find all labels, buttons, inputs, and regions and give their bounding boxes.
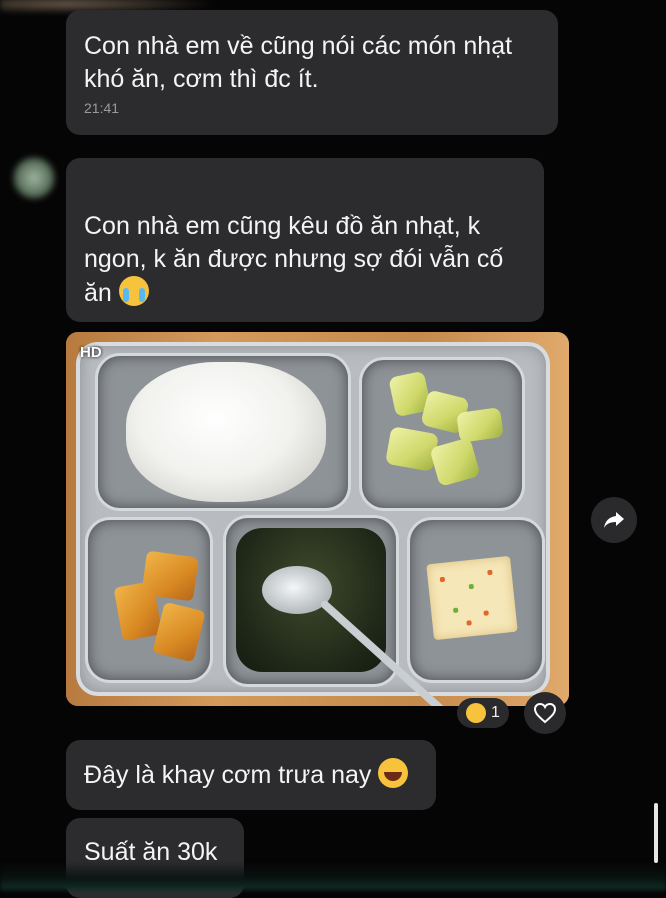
tofu-compartment — [88, 520, 210, 680]
carrot-fleck — [487, 569, 493, 576]
reaction-summary[interactable]: 1 — [457, 698, 509, 728]
message-bubble[interactable]: Con nhà em cũng kêu đồ ăn nhạt, k ngon, … — [66, 158, 544, 322]
sender-avatar[interactable] — [12, 156, 56, 200]
rice-compartment — [98, 356, 348, 508]
kissing-face-emoji — [466, 703, 487, 723]
message-text: Con nhà em cũng kêu đồ ăn nhạt, k ngon, … — [84, 212, 504, 307]
carrot-fleck — [439, 576, 446, 583]
message-text: Đây là khay cơm trưa nay — [84, 758, 418, 792]
herb-fleck — [452, 607, 459, 614]
message-timestamp: 21:41 — [84, 100, 120, 116]
rice — [126, 362, 326, 502]
steamed-egg — [426, 555, 518, 641]
food-tray — [76, 342, 550, 706]
composer-area-blurred — [0, 862, 666, 890]
vegetable-compartment — [362, 360, 522, 508]
crying-face-emoji — [118, 276, 149, 306]
laughing-face-emoji — [378, 758, 409, 788]
like-button[interactable] — [524, 692, 566, 734]
share-arrow-icon — [604, 512, 624, 528]
message-bubble[interactable]: Con nhà em về cũng nói các món nhạt khó … — [66, 10, 558, 135]
egg-compartment — [410, 520, 542, 680]
carrot-fleck — [466, 620, 472, 626]
fried-tofu — [152, 601, 206, 663]
reaction-count: 1 — [491, 704, 500, 721]
message-text: Con nhà em về cũng nói các món nhạt khó … — [84, 32, 513, 93]
photo-attachment[interactable] — [66, 332, 569, 706]
heart-outline-icon — [533, 702, 557, 724]
scrollbar[interactable] — [654, 803, 658, 863]
carrot-fleck — [483, 610, 489, 616]
herb-fleck — [468, 583, 475, 590]
soup-compartment — [226, 518, 474, 706]
melon-piece — [456, 407, 504, 443]
share-button[interactable] — [591, 497, 637, 543]
message-bubble[interactable]: Đây là khay cơm trưa nay — [66, 740, 436, 810]
hd-badge: HD — [80, 344, 102, 361]
melon-piece — [385, 426, 439, 472]
